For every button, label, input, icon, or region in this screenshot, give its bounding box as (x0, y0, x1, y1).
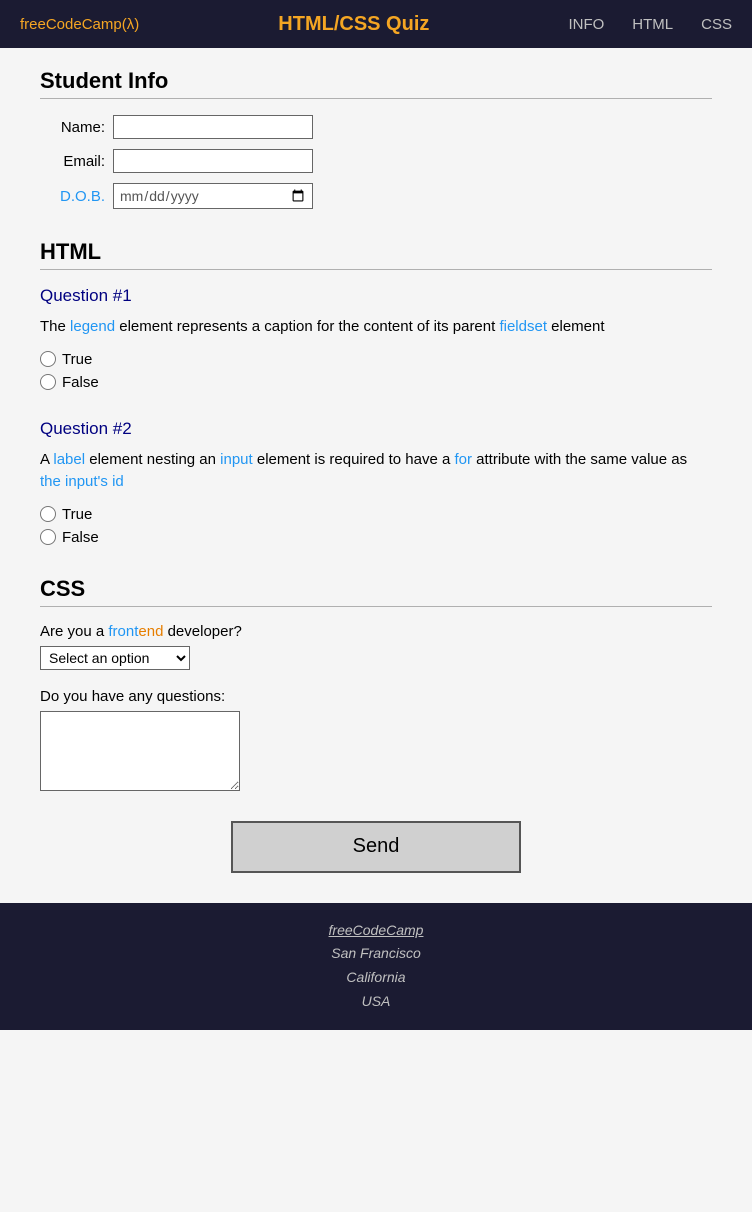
q2-false-label[interactable]: False (62, 529, 99, 546)
name-label: Name: (40, 119, 105, 136)
email-row: Email: (40, 149, 712, 173)
html-divider (40, 269, 712, 270)
email-input[interactable] (113, 149, 313, 173)
frontend-select[interactable]: Select an option Yes No (40, 646, 190, 670)
footer-city: San Francisco (0, 942, 752, 966)
frontend-label: Are you a frontend developer? (40, 623, 712, 640)
q2-highlight-for: for (454, 451, 472, 468)
q2-true-radio[interactable] (40, 506, 56, 522)
student-info-section: Student Info Name: Email: D.O.B. (40, 68, 712, 209)
student-info-divider (40, 98, 712, 99)
question-1-title: Question #1 (40, 286, 712, 306)
html-heading: HTML (40, 239, 712, 265)
question-1-text: The legend element represents a caption … (40, 316, 712, 339)
q1-false-option: False (40, 374, 712, 391)
frontend-highlight-end: end (138, 623, 163, 640)
q2-false-option: False (40, 529, 712, 546)
q1-highlight-legend: legend (70, 318, 115, 335)
q1-highlight-fieldset: fieldset (499, 318, 547, 335)
q1-true-radio[interactable] (40, 351, 56, 367)
questions-textarea[interactable] (40, 711, 240, 791)
question-2-title: Question #2 (40, 419, 712, 439)
nav-link-css[interactable]: CSS (701, 16, 732, 33)
question-2-block: Question #2 A label element nesting an i… (40, 419, 712, 546)
q1-false-label[interactable]: False (62, 374, 99, 391)
questions-colon: : (221, 688, 225, 705)
dob-input[interactable] (113, 183, 313, 209)
footer-link: freeCodeCamp (0, 919, 752, 943)
navbar: freeCodeCamp(λ) HTML/CSS Quiz INFO HTML … (0, 0, 752, 48)
footer: freeCodeCamp San Francisco California US… (0, 903, 752, 1030)
send-button[interactable]: Send (231, 821, 521, 873)
css-heading: CSS (40, 576, 712, 602)
student-info-heading: Student Info (40, 68, 712, 94)
footer-state: California (0, 966, 752, 990)
question-1-block: Question #1 The legend element represent… (40, 286, 712, 391)
nav-links: INFO HTML CSS (568, 16, 732, 33)
q2-true-label[interactable]: True (62, 506, 92, 523)
nav-logo: freeCodeCamp(λ) (20, 16, 139, 33)
dob-label: D.O.B. (40, 188, 105, 205)
q1-false-radio[interactable] (40, 374, 56, 390)
css-section: CSS Are you a frontend developer? Select… (40, 576, 712, 791)
q2-highlight-input: input (220, 451, 253, 468)
nav-title: HTML/CSS Quiz (278, 13, 429, 36)
question-2-text: A label element nesting an input element… (40, 449, 712, 494)
nav-logo-text: freeCodeCamp (20, 16, 122, 33)
q1-true-option: True (40, 351, 712, 368)
q1-true-label[interactable]: True (62, 351, 92, 368)
q2-highlight-label: label (53, 451, 85, 468)
q2-false-radio[interactable] (40, 529, 56, 545)
nav-link-info[interactable]: INFO (568, 16, 604, 33)
send-button-wrap: Send (40, 821, 712, 873)
name-input[interactable] (113, 115, 313, 139)
main-content: Student Info Name: Email: D.O.B. HTML Qu… (0, 48, 752, 873)
q2-true-option: True (40, 506, 712, 523)
footer-fcc-link[interactable]: freeCodeCamp (329, 922, 424, 938)
footer-country: USA (0, 990, 752, 1014)
nav-logo-symbol: (λ) (122, 16, 140, 33)
questions-label: Do you have any questions: (40, 688, 712, 705)
nav-link-html[interactable]: HTML (632, 16, 673, 33)
html-section: HTML Question #1 The legend element repr… (40, 239, 712, 546)
frontend-highlight-front: front (108, 623, 138, 640)
email-label: Email: (40, 153, 105, 170)
dob-row: D.O.B. (40, 183, 712, 209)
name-row: Name: (40, 115, 712, 139)
q2-highlight-inputid: the input's id (40, 473, 124, 490)
css-divider (40, 606, 712, 607)
